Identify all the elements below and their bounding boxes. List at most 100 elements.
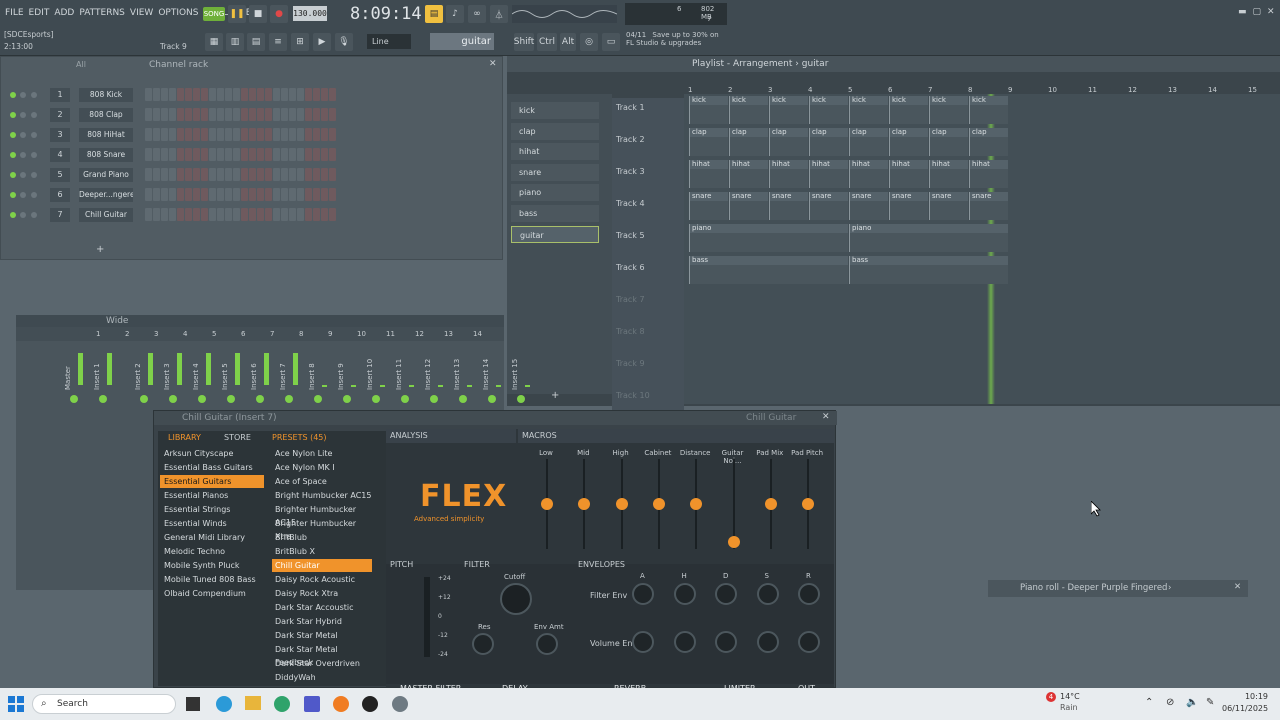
pan-knob[interactable] [140,395,148,403]
chrome-icon[interactable] [274,696,290,712]
preset-item[interactable]: Ace Nylon MK I [272,461,372,474]
fl-studio-icon[interactable] [333,696,349,712]
channel-filter[interactable]: All [76,60,86,69]
preset-item[interactable]: Daisy Rock Acoustic [272,573,372,586]
preset-item[interactable]: Dark Star Hybrid [272,615,372,628]
preset-item[interactable]: Bright Humbucker AC15 [272,489,372,502]
macro-handle[interactable] [727,535,740,548]
macro-handle[interactable] [690,498,703,510]
maximize-icon[interactable]: ▢ [1253,7,1262,17]
channel-led[interactable] [10,192,16,198]
mixer-strip[interactable]: Insert 14 [482,345,504,403]
mixer-strip[interactable]: Master [64,345,86,403]
channel-led[interactable] [31,192,37,198]
library-item[interactable]: Mobile Tuned 808 Bass [160,573,264,586]
typing-keyboard-icon[interactable]: ▤ [425,5,443,23]
mixer-icon[interactable]: ≡ [269,33,287,51]
library-item[interactable]: Mobile Synth Pluck [160,559,264,572]
piano-roll-window[interactable]: Piano roll - Deeper Purple Fingered › ✕ [988,580,1248,597]
channel-led[interactable] [10,212,16,218]
pan-knob[interactable] [256,395,264,403]
preset-item[interactable]: DiddyWah [272,671,372,684]
close-icon[interactable]: ✕ [489,59,497,69]
pattern-clip[interactable]: piano [849,224,1008,252]
pattern-clip[interactable]: clap [809,128,848,156]
pause-button[interactable]: ❚❚ [228,5,246,23]
envelope-knob[interactable] [715,631,737,653]
step-sequencer[interactable] [145,188,336,201]
record-button[interactable]: ● [270,5,288,23]
file-explorer-icon[interactable] [245,696,261,710]
channel-name[interactable]: 808 HiHat [79,128,133,142]
channel-name[interactable]: 808 Kick [79,88,133,102]
mixer-strip[interactable]: Insert 12 [424,345,446,403]
playlist-icon[interactable]: ▦ [205,33,223,51]
pattern-clip[interactable]: bass [849,256,1008,284]
metronome-icon[interactable]: ⏃ [490,5,508,23]
preset-item[interactable]: Ace Nylon Lite [272,447,372,460]
channel-number[interactable]: 7 [50,208,70,222]
pattern-item[interactable]: clap [511,122,599,140]
close-icon[interactable]: ✕ [1234,582,1241,592]
network-icon[interactable]: ⊘ [1166,697,1174,708]
pattern-clip[interactable]: snare [889,192,928,220]
settings-icon[interactable] [392,696,408,712]
mixer-strip[interactable]: Insert 3 [163,345,185,403]
channel-rack-icon[interactable]: ▤ [247,33,265,51]
news-panel[interactable]: 04/11 Save up to 30% on FL Studio & upgr… [626,31,736,53]
channel-name[interactable]: Chill Guitar [79,208,133,222]
pan-knob[interactable] [459,395,467,403]
edge-icon[interactable] [216,696,232,712]
pattern-clip[interactable]: piano [689,224,848,252]
library-item[interactable]: Essential Guitars [160,475,264,488]
preset-item[interactable]: Dark Star Overdriven [272,657,372,670]
preset-item[interactable]: Ace of Space [272,475,372,488]
channel-led[interactable] [10,132,16,138]
envelope-knob[interactable] [756,583,779,605]
plugin-picker-icon[interactable]: ⊞ [291,33,309,51]
menu-edit[interactable]: EDIT [29,8,50,18]
pattern-clip[interactable]: kick [689,96,728,124]
channel-led[interactable] [31,112,37,118]
mixer-strip[interactable]: Insert 13 [453,345,475,403]
channel-number[interactable]: 2 [50,108,70,122]
shift-button[interactable]: Shift [514,33,534,51]
step-sequencer[interactable] [145,88,336,101]
pattern-clip[interactable]: kick [849,96,888,124]
pattern-clip[interactable]: kick [929,96,968,124]
pattern-clip[interactable]: snare [769,192,808,220]
channel-name[interactable]: 808 Clap [79,108,133,122]
mixer-strip[interactable]: Insert 1 [93,345,115,403]
pan-knob[interactable] [488,395,496,403]
library-item[interactable]: Essential Pianos [160,489,264,502]
cutoff-knob[interactable] [500,583,532,615]
minimize-icon[interactable]: ▬ [1238,7,1247,17]
pattern-clip[interactable]: snare [729,192,768,220]
step-sequencer[interactable] [145,128,336,141]
menu-options[interactable]: OPTIONS [158,8,198,18]
volume-icon[interactable]: 🔈 [1186,697,1198,708]
track-header[interactable]: Track 8 [612,322,684,354]
alt-button[interactable]: Alt [560,33,576,51]
step-edit-icon[interactable]: ♪ [446,5,464,23]
windows-start-icon[interactable] [8,696,24,712]
envelope-knob[interactable] [756,631,779,653]
chevron-up-icon[interactable]: ⌃ [1145,697,1153,708]
pattern-item[interactable]: kick [511,102,599,119]
track-header[interactable]: Track 2 [612,130,684,162]
envamt-knob[interactable] [536,633,558,655]
pattern-clip[interactable]: hihat [689,160,728,188]
channel-name[interactable]: Deeper...ngered [79,188,133,202]
clock-time[interactable]: 10:19 [1228,692,1268,701]
pattern-clip[interactable]: hihat [849,160,888,188]
pattern-clip[interactable]: kick [809,96,848,124]
pattern-clip[interactable]: hihat [889,160,928,188]
pattern-clip[interactable]: hihat [729,160,768,188]
pattern-item[interactable]: hihat [511,143,599,161]
preset-item[interactable]: Daisy Rock Xtra [272,587,372,600]
envelope-knob[interactable] [673,583,696,605]
pan-knob[interactable] [285,395,293,403]
envelope-knob[interactable] [798,631,820,653]
mixer-strip[interactable]: Insert 15 [511,345,533,403]
pattern-clip[interactable]: clap [849,128,888,156]
